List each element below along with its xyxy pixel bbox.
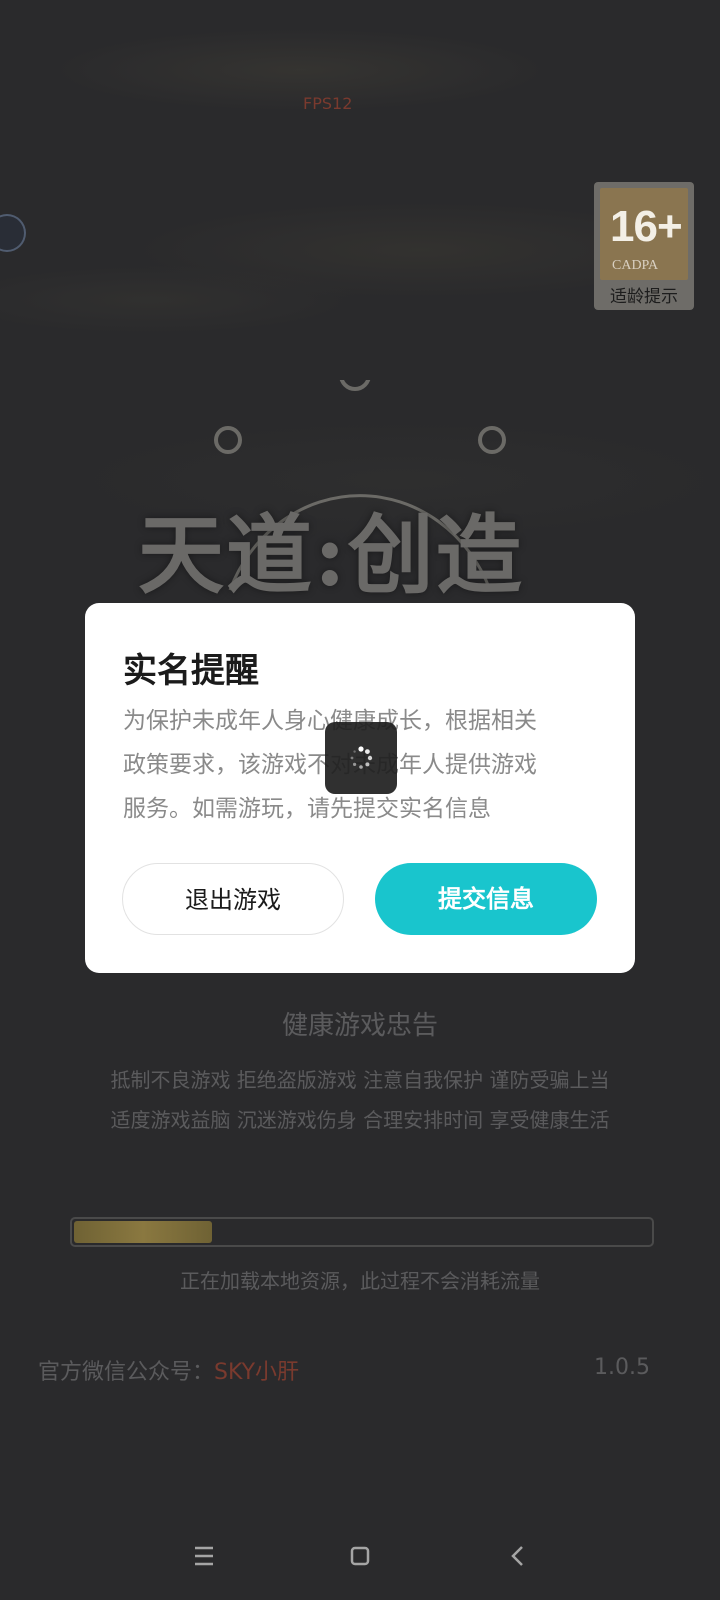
loading-spinner <box>325 722 397 794</box>
health-advice-line-2: 适度游戏益脑 沉迷游戏伤身 合理安排时间 享受健康生活 <box>110 1108 610 1132</box>
back-icon[interactable] <box>498 1536 538 1576</box>
wechat-label: 官方微信公众号： <box>38 1360 215 1385</box>
age-rating-label: 适龄提示 <box>610 287 678 307</box>
age-rating-badge: 16+ CADPA 适龄提示 <box>594 182 694 310</box>
health-advice-title: 健康游戏忠告 <box>281 1011 438 1041</box>
fps-counter: FPS12 <box>303 94 353 113</box>
age-rating-panel: 16+ CADPA <box>600 188 688 280</box>
age-rating-number: 16+ <box>610 202 683 251</box>
version-label: 1.0.5 <box>594 1355 650 1380</box>
home-icon[interactable] <box>340 1536 380 1576</box>
dialog-title: 实名提醒 <box>123 651 259 691</box>
game-logo-title: 天道:创造 <box>138 505 524 606</box>
loading-progress-bar <box>70 1217 654 1247</box>
wechat-info: 官方微信公众号：SKY小肝 <box>38 1354 299 1386</box>
submit-info-button[interactable]: 提交信息 <box>375 863 597 935</box>
spinner-icon <box>350 746 373 769</box>
wechat-account: SKY小肝 <box>214 1360 300 1385</box>
loading-progress-fill <box>74 1221 212 1243</box>
exit-game-button[interactable]: 退出游戏 <box>122 863 344 935</box>
health-advice-line-1: 抵制不良游戏 拒绝盗版游戏 注意自我保护 谨防受骗上当 <box>110 1068 610 1092</box>
age-rating-org: CADPA <box>612 258 659 273</box>
loading-status-text: 正在加载本地资源，此过程不会消耗流量 <box>180 1269 540 1293</box>
system-nav-bar <box>0 1520 720 1600</box>
health-advice: 健康游戏忠告 抵制不良游戏 拒绝盗版游戏 注意自我保护 谨防受骗上当 适度游戏益… <box>0 1005 720 1140</box>
menu-icon[interactable] <box>184 1536 224 1576</box>
